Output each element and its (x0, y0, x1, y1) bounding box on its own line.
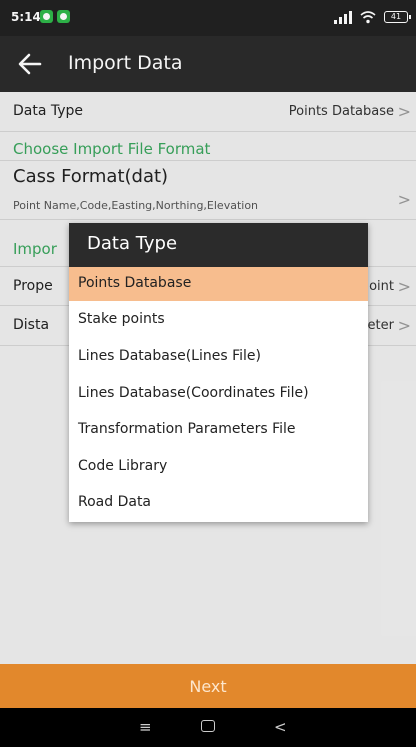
menu-icon[interactable]: ≡ (139, 719, 152, 735)
dialog-item-lines-database-lines[interactable]: Lines Database(Lines File) (69, 340, 368, 374)
dialog-item-label: Road Data (78, 494, 152, 510)
dialog-item-stake-points[interactable]: Stake points (69, 303, 368, 337)
next-button[interactable]: Next (0, 664, 416, 708)
screen: 5:14 41 Import Data Data Type Points Dat (0, 0, 416, 747)
dialog-item-label: Points Database (78, 275, 192, 291)
dialog-item-lines-database-coordinates[interactable]: Lines Database(Coordinates File) (69, 377, 368, 411)
next-button-label: Next (189, 677, 227, 696)
back-icon[interactable]: < (274, 719, 287, 735)
system-nav-bar: ≡ < (0, 708, 416, 747)
dialog-item-code-library[interactable]: Code Library (69, 450, 368, 484)
dialog-item-label: Transformation Parameters File (78, 421, 296, 437)
dialog-item-label: Lines Database(Lines File) (78, 348, 261, 364)
dialog-title: Data Type (87, 233, 178, 254)
data-type-dialog: Data Type Points Database Stake points L… (69, 223, 368, 522)
home-icon[interactable] (201, 720, 215, 732)
dialog-item-points-database[interactable]: Points Database (69, 267, 368, 301)
dialog-item-label: Stake points (78, 311, 165, 327)
dialog-item-transformation-parameters[interactable]: Transformation Parameters File (69, 413, 368, 447)
dialog-item-label: Lines Database(Coordinates File) (78, 385, 309, 401)
dialog-header: Data Type (69, 223, 368, 267)
dialog-item-road-data[interactable]: Road Data (69, 486, 368, 520)
dialog-item-label: Code Library (78, 458, 168, 474)
